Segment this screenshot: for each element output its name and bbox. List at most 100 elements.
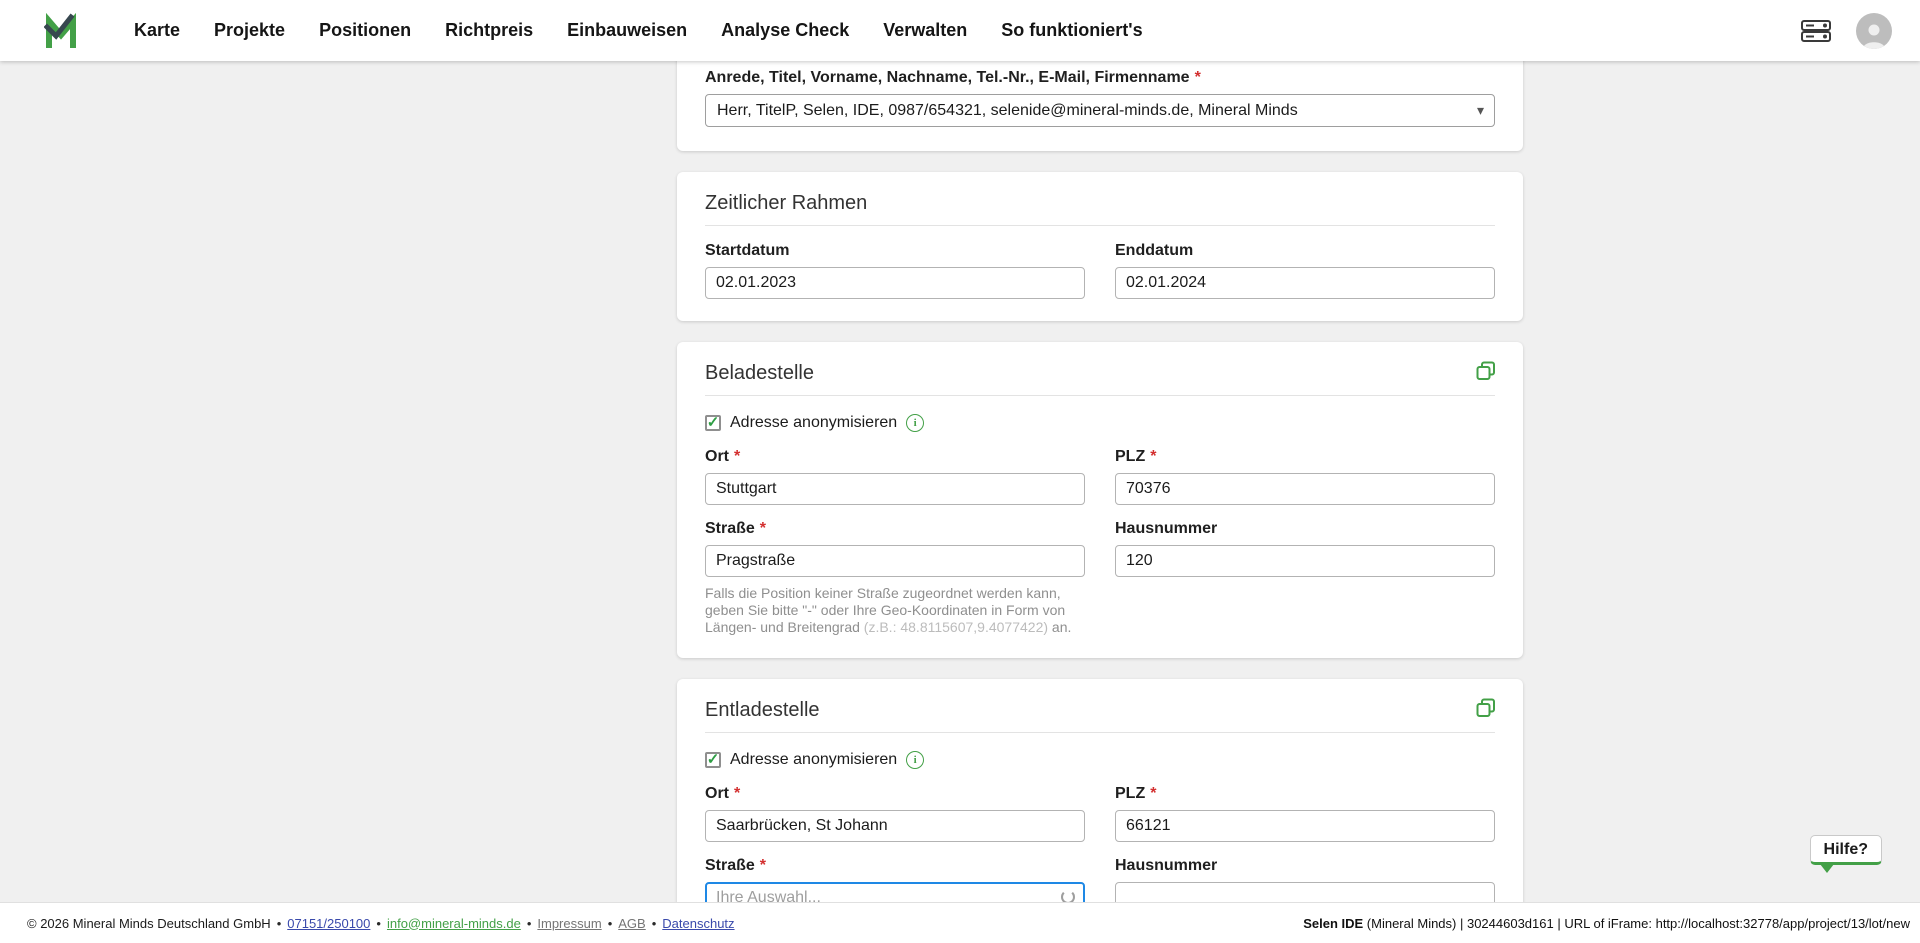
check-icon: ✓	[707, 415, 720, 430]
divider	[705, 395, 1495, 396]
anonymize-label: Adresse anonymisieren	[730, 414, 897, 432]
beladestelle-card: Beladestelle ✓ Adresse anonymisieren i O…	[677, 342, 1523, 658]
plz-input[interactable]	[1115, 473, 1495, 505]
beladestelle-title: Beladestelle	[705, 362, 1495, 384]
form-column: Anrede, Titel, Vorname, Nachname, Tel.-N…	[677, 61, 1523, 943]
strasse-label: Straße *	[705, 857, 1085, 875]
plz-input[interactable]	[1115, 810, 1495, 842]
ort-input[interactable]	[705, 810, 1085, 842]
copy-icon[interactable]	[1475, 697, 1497, 719]
strasse-label-text: Straße	[705, 520, 755, 537]
enddatum-field: Enddatum	[1115, 242, 1495, 299]
phone-link[interactable]: 07151/250100	[287, 916, 370, 931]
contact-label-text: Anrede, Titel, Vorname, Nachname, Tel.-N…	[705, 69, 1190, 86]
nav-item-verwalten[interactable]: Verwalten	[883, 20, 967, 41]
datenschutz-link[interactable]: Datenschutz	[662, 916, 734, 931]
entladestelle-card: Entladestelle ✓ Adresse anonymisieren i …	[677, 679, 1523, 936]
enddatum-input[interactable]	[1115, 267, 1495, 299]
hausnummer-label: Hausnummer	[1115, 520, 1495, 538]
strasse-input[interactable]	[705, 545, 1085, 577]
info-icon[interactable]: i	[906, 414, 924, 432]
plz-label-text: PLZ	[1115, 785, 1145, 802]
entladestelle-title: Entladestelle	[705, 699, 1495, 721]
hausnummer-label-text: Hausnummer	[1115, 520, 1217, 537]
nav-item-projekte[interactable]: Projekte	[214, 20, 285, 41]
bullet-separator: •	[608, 916, 613, 931]
plz-label: PLZ*	[1115, 448, 1495, 466]
help-button[interactable]: Hilfe?	[1810, 835, 1882, 865]
required-asterisk: *	[760, 857, 766, 874]
bullet-separator: •	[376, 916, 381, 931]
ort-field: Ort*	[705, 785, 1085, 842]
strasse-field: Straße * Falls die Position keiner Straße…	[705, 520, 1085, 636]
footer-left: © 2026 Mineral Minds Deutschland GmbH • …	[27, 916, 735, 931]
server-icon[interactable]	[1800, 18, 1832, 44]
required-asterisk: *	[1150, 785, 1156, 802]
ort-field: Ort*	[705, 448, 1085, 505]
anonymize-checkbox[interactable]: ✓	[705, 415, 721, 431]
contact-card: Anrede, Titel, Vorname, Nachname, Tel.-N…	[677, 61, 1523, 151]
strasse-label-text: Straße	[705, 857, 755, 874]
help-bubble-tail	[1820, 864, 1834, 873]
help-text-suffix: an.	[1048, 619, 1071, 635]
timeframe-row: Startdatum Enddatum	[705, 242, 1495, 299]
nav-item-karte[interactable]: Karte	[134, 20, 180, 41]
mineral-minds-logo[interactable]	[44, 11, 86, 51]
nav-item-analyse-check[interactable]: Analyse Check	[721, 20, 849, 41]
startdatum-field: Startdatum	[705, 242, 1085, 299]
agb-link[interactable]: AGB	[618, 916, 645, 931]
required-asterisk: *	[760, 520, 766, 537]
strasse-hausnummer-row: Straße * Falls die Position keiner Straße…	[705, 520, 1495, 636]
hausnummer-field: Hausnummer	[1115, 520, 1495, 636]
top-nav-bar: Karte Projekte Positionen Richtpreis Ein…	[0, 0, 1920, 61]
session-info: Selen IDE (Mineral Minds) | 30244603d161…	[1303, 916, 1910, 931]
required-asterisk: *	[734, 785, 740, 802]
timeframe-title: Zeitlicher Rahmen	[705, 192, 1495, 214]
nav-item-richtpreis[interactable]: Richtpreis	[445, 20, 533, 41]
user-avatar[interactable]	[1856, 13, 1892, 49]
session-details: (Mineral Minds) | 30244603d161 | URL of …	[1363, 916, 1910, 931]
bullet-separator: •	[527, 916, 532, 931]
enddatum-label-text: Enddatum	[1115, 242, 1193, 259]
hausnummer-label: Hausnummer	[1115, 857, 1495, 875]
divider	[705, 732, 1495, 733]
startdatum-label: Startdatum	[705, 242, 1085, 260]
copy-icon[interactable]	[1475, 360, 1497, 382]
impressum-link[interactable]: Impressum	[537, 916, 601, 931]
chevron-down-icon: ▾	[1477, 101, 1484, 118]
info-icon[interactable]: i	[906, 751, 924, 769]
contact-label: Anrede, Titel, Vorname, Nachname, Tel.-N…	[705, 69, 1495, 87]
anonymize-row: ✓ Adresse anonymisieren i	[705, 414, 1495, 432]
bullet-separator: •	[652, 916, 657, 931]
copyright-text: © 2026 Mineral Minds Deutschland GmbH	[27, 916, 271, 931]
nav-item-einbauweisen[interactable]: Einbauweisen	[567, 20, 687, 41]
email-link[interactable]: info@mineral-minds.de	[387, 916, 521, 931]
help-button-label: Hilfe?	[1824, 841, 1868, 858]
bullet-separator: •	[277, 916, 282, 931]
enddatum-label: Enddatum	[1115, 242, 1495, 260]
anonymize-checkbox[interactable]: ✓	[705, 752, 721, 768]
startdatum-input[interactable]	[705, 267, 1085, 299]
nav-item-positionen[interactable]: Positionen	[319, 20, 411, 41]
ort-label: Ort*	[705, 448, 1085, 466]
session-user: Selen IDE	[1303, 916, 1363, 931]
ort-input[interactable]	[705, 473, 1085, 505]
ort-plz-row: Ort* PLZ*	[705, 448, 1495, 505]
required-asterisk: *	[1195, 69, 1201, 86]
startdatum-label-text: Startdatum	[705, 242, 789, 259]
contact-select[interactable]: Herr, TitelP, Selen, IDE, 0987/654321, s…	[705, 94, 1495, 127]
main-content: Anrede, Titel, Vorname, Nachname, Tel.-N…	[0, 61, 1920, 943]
footer: © 2026 Mineral Minds Deutschland GmbH • …	[0, 902, 1920, 943]
required-asterisk: *	[734, 448, 740, 465]
main-nav: Karte Projekte Positionen Richtpreis Ein…	[134, 20, 1143, 41]
contact-select-value: Herr, TitelP, Selen, IDE, 0987/654321, s…	[717, 102, 1298, 120]
hausnummer-input[interactable]	[1115, 545, 1495, 577]
divider	[705, 225, 1495, 226]
strasse-help-text: Falls die Position keiner Straße zugeord…	[705, 585, 1085, 636]
plz-label: PLZ *	[1115, 785, 1495, 803]
ort-label: Ort*	[705, 785, 1085, 803]
plz-label-text: PLZ	[1115, 448, 1145, 465]
header-actions	[1800, 13, 1892, 49]
nav-item-so-funktionierts[interactable]: So funktioniert's	[1001, 20, 1142, 41]
timeframe-card: Zeitlicher Rahmen Startdatum Enddatum	[677, 172, 1523, 321]
